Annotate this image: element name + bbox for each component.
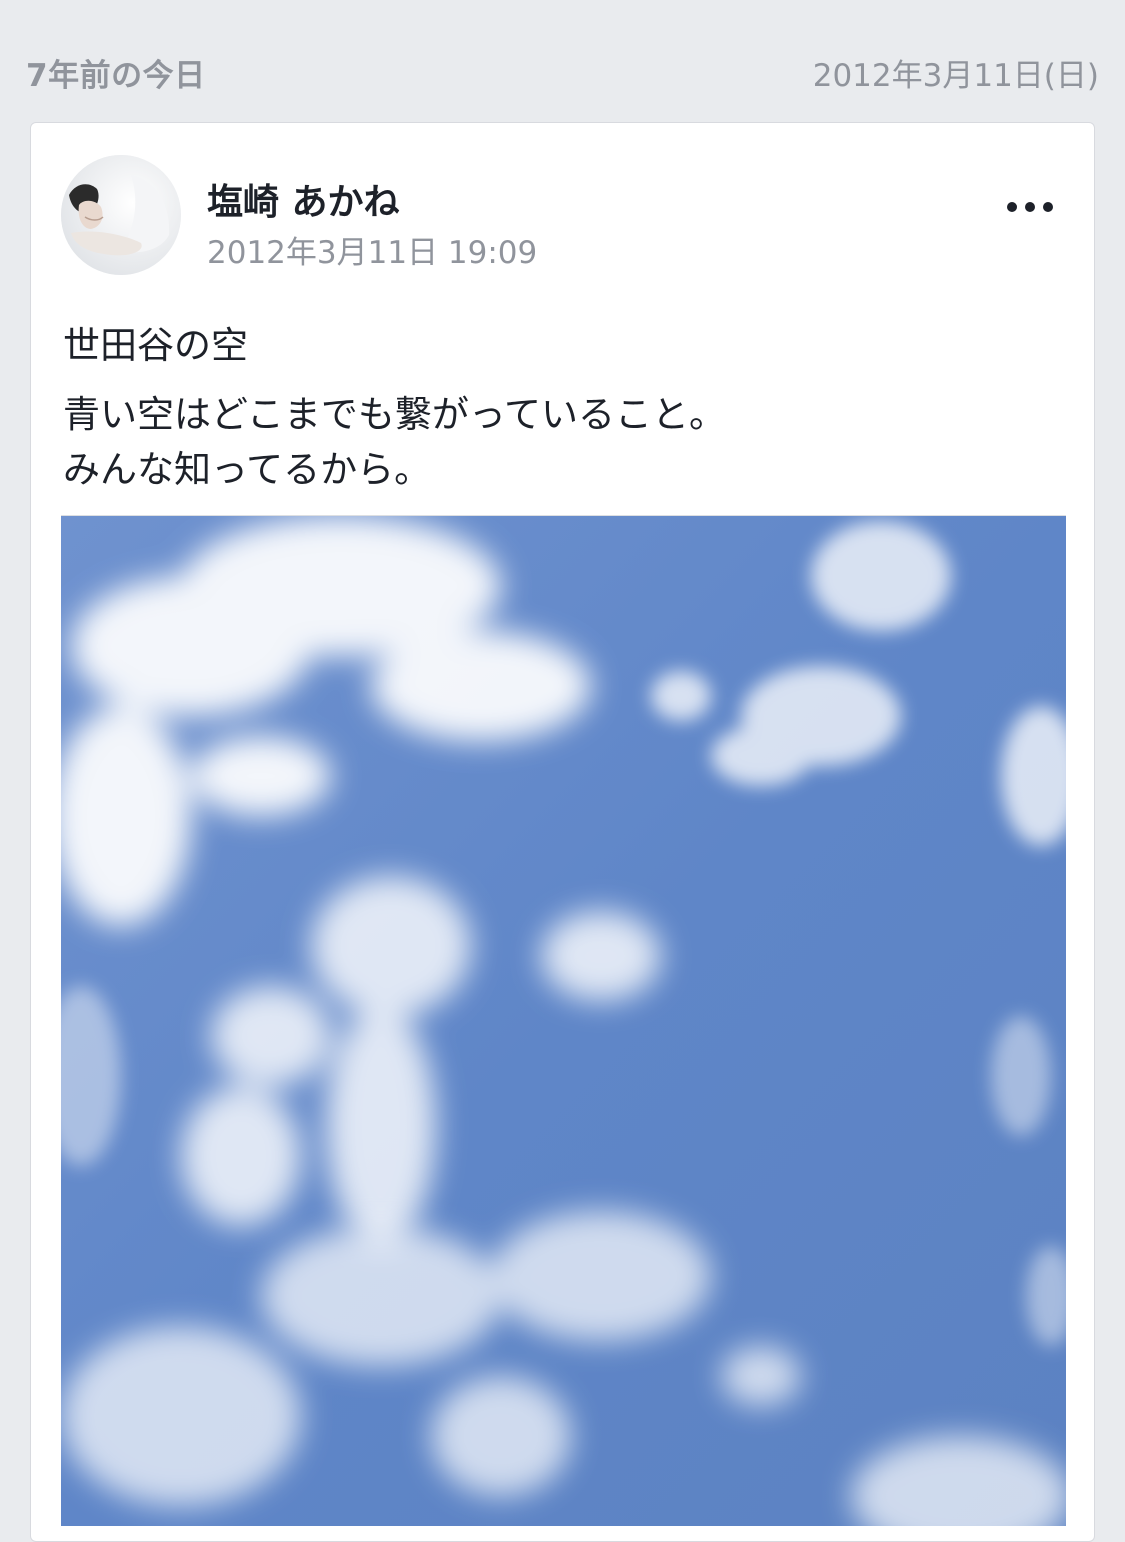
post-timestamp[interactable]: 2012年3月11日 19:09 (207, 227, 537, 272)
author-name[interactable]: 塩崎 あかね (207, 173, 400, 225)
post-photo[interactable] (61, 515, 1066, 1526)
post-body-line: みんな知ってるから。 (63, 448, 432, 491)
more-horizontal-icon (1007, 202, 1053, 212)
post-card: 塩崎 あかね 2012年3月11日 19:09 世田谷の空 青い空はどこまでも繋… (30, 122, 1095, 1542)
post-body: 青い空はどこまでも繋がっていること。 みんな知ってるから。 (63, 387, 726, 497)
memory-header: 7年前の今日 2012年3月11日(日) (0, 0, 1125, 120)
post-body-line: 青い空はどこまでも繋がっていること。 (63, 393, 727, 436)
memory-label: 7年前の今日 (26, 58, 206, 94)
more-options-button[interactable] (1000, 187, 1060, 227)
post-title: 世田谷の空 (63, 324, 248, 367)
avatar[interactable] (61, 155, 181, 275)
memory-date: 2012年3月11日(日) (812, 58, 1099, 94)
